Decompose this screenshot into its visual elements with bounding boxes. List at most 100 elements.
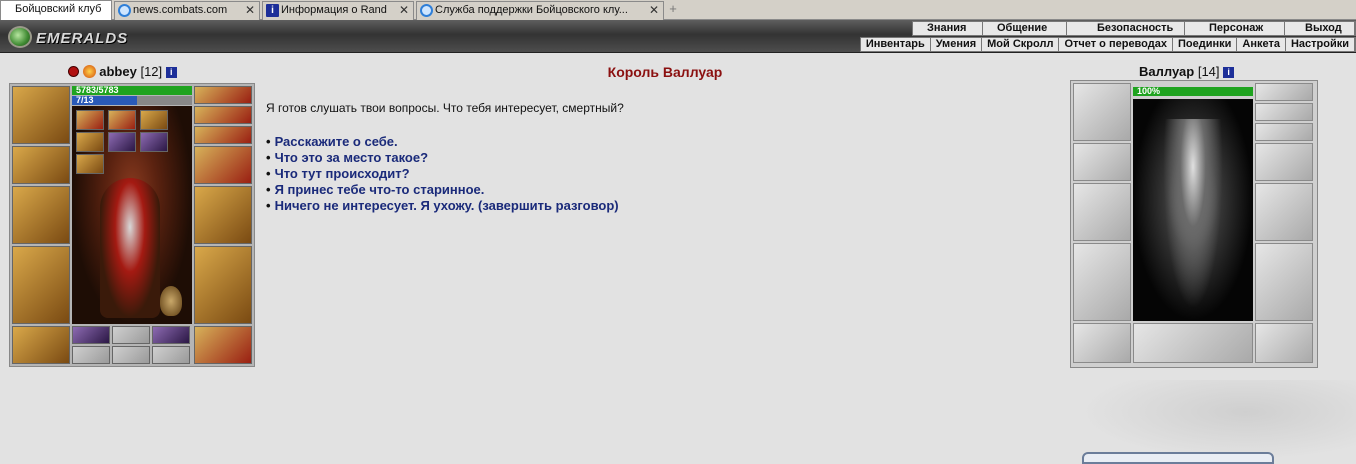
effect-icon[interactable] [108,132,136,152]
dialog-option-label[interactable]: Что тут происходит? [275,166,410,181]
belt-slot[interactable] [12,326,70,364]
ie-icon [420,4,433,17]
helmet-slot[interactable] [12,86,70,144]
rune-slot[interactable] [152,326,190,344]
dialog-option-label[interactable]: Ничего не интересует. Я ухожу. (завершит… [275,198,619,213]
player-level: [12] [140,64,163,79]
clan-icon[interactable] [68,66,79,77]
dialog-option-label[interactable]: Я принес тебе что-то старинное. [275,182,485,197]
menu-my-scroll[interactable]: Мой Скролл [982,38,1060,51]
rings-slot[interactable] [1255,123,1313,141]
dialog-option[interactable]: • Я принес тебе что-то старинное. [266,182,619,198]
rings-slot[interactable] [1255,103,1313,121]
npc-equipment-panel: 100% [1070,80,1318,368]
dialog-option-label[interactable]: Расскажите о себе. [275,134,398,149]
tab-support[interactable]: Служба поддержки Бойцовского клу... ✕ [416,1,664,20]
align-icon[interactable] [82,65,96,78]
dialog-option-label[interactable]: Что это за место такое? [275,150,428,165]
mana-value: 7/13 [76,95,94,105]
tab-label: Информация о Rand [281,4,387,16]
player-name: abbey [99,64,137,79]
hp-value: 5783/5783 [76,85,119,95]
effect-icon[interactable] [76,154,104,174]
effect-icon[interactable] [76,132,104,152]
amulet-slot[interactable] [1255,83,1313,101]
effect-icon[interactable] [76,110,104,130]
amulet-slot[interactable] [194,86,252,104]
ie-icon [118,4,131,17]
effect-icon[interactable] [140,132,168,152]
menu-profile[interactable]: Анкета [1237,38,1286,51]
offhand-slot[interactable] [194,186,252,244]
weapon-slot[interactable] [12,186,70,244]
close-icon[interactable]: ✕ [399,2,409,19]
dialog-options: • Расскажите о себе. • Что это за место та… [266,134,619,214]
owl-pet-icon[interactable] [160,286,182,316]
boots-slot[interactable] [1255,323,1313,363]
hp-bar: 5783/5783 [72,86,192,95]
rings-slot[interactable] [194,106,252,124]
weapon-slot[interactable] [1073,183,1131,241]
effect-icon[interactable] [108,110,136,130]
menu-character[interactable]: Персонаж [1185,22,1285,35]
legs-slot[interactable] [194,246,252,324]
dialog-option[interactable]: • Что это за место такое? [266,150,619,166]
gloves-slot[interactable] [194,146,252,184]
menu-security[interactable]: Безопасность [1067,22,1185,35]
pocket-slot[interactable] [152,346,190,364]
effect-icon[interactable] [140,110,168,130]
dialog-option[interactable]: • Ничего не интересует. Я ухожу. (заверши… [266,198,619,214]
menu-skills[interactable]: Умения [931,38,983,51]
pocket-slot[interactable] [72,346,110,364]
bullet: • [266,150,271,165]
new-tab-button[interactable]: + [666,2,680,17]
npc-title: Король Валлуар [607,64,723,80]
info-icon[interactable]: i [1223,67,1235,78]
npc-name: Валлуар [1139,64,1195,79]
npc-hp-bar: 100% [1133,87,1253,96]
menu-exit[interactable]: Выход [1285,22,1355,35]
dialog-option[interactable]: • Расскажите о себе. [266,134,619,150]
menu-fights[interactable]: Поединки [1173,38,1238,51]
boots-slot[interactable] [194,326,252,364]
tab-news[interactable]: news.combats.com ✕ [114,1,260,20]
bullet: • [266,198,271,213]
knight-figure [100,178,160,318]
menu-inventory[interactable]: Инвентарь [861,38,931,51]
helmet-slot[interactable] [1073,83,1131,141]
dialog-option[interactable]: • Что тут происходит? [266,166,619,182]
rune-slot[interactable] [1133,323,1253,363]
tab-label: news.combats.com [133,4,228,16]
rune-slot[interactable] [112,326,150,344]
player-avatar[interactable] [72,106,192,324]
sub-menu: Инвентарь Умения Мой Скролл Отчет о пере… [859,37,1356,52]
menu-transfer-report[interactable]: Отчет о переводах [1059,38,1173,51]
gloves-slot[interactable] [1255,143,1313,181]
armor-slot[interactable] [1073,243,1131,321]
close-icon[interactable]: ✕ [649,2,659,19]
tab-info-rand[interactable]: i Информация о Rand ✕ [262,1,414,20]
logo-text: EMERALDS [36,30,129,47]
background-decoration [1080,380,1356,460]
armor-slot[interactable] [12,246,70,324]
info-icon[interactable]: i [165,67,177,78]
tab-combats-club[interactable]: Бойцовский клуб [0,0,112,21]
player-equipment-panel: 5783/5783 7/13 [9,83,255,367]
shield-slot[interactable] [1255,183,1313,241]
close-icon[interactable]: ✕ [245,2,255,19]
emeralds-logo: EMERALDS [4,22,154,52]
bracers-slot[interactable] [12,146,70,184]
game-header: EMERALDS Знания Общение Безопасность Пер… [0,20,1356,53]
menu-knowledge[interactable]: Знания [913,22,983,35]
tab-label: Служба поддержки Бойцовского клу... [435,4,628,16]
legs-slot[interactable] [1255,243,1313,321]
bullet: • [266,166,271,181]
bracers-slot[interactable] [1073,143,1131,181]
rings-slot[interactable] [194,126,252,144]
rune-slot[interactable] [72,326,110,344]
belt-slot[interactable] [1073,323,1131,363]
tab-label: Бойцовский клуб [15,3,102,15]
menu-settings[interactable]: Настройки [1286,38,1355,51]
pocket-slot[interactable] [112,346,150,364]
menu-communication[interactable]: Общение [983,22,1067,35]
